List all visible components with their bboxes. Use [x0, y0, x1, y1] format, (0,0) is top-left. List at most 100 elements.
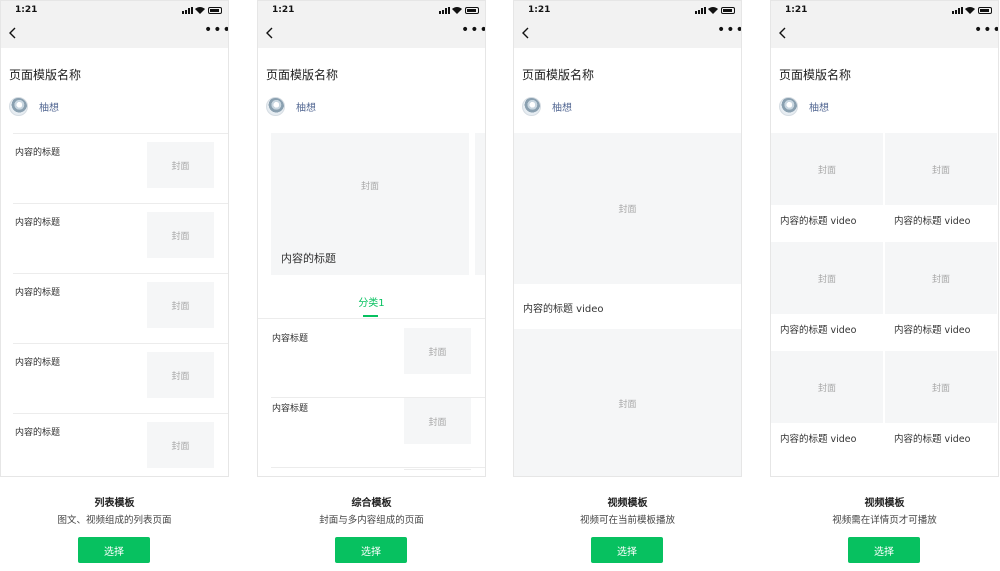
grid-item-title: 内容的标题 video — [894, 434, 971, 445]
avatar — [9, 96, 28, 116]
nav-bar: ••• — [258, 19, 485, 48]
list-item[interactable]: 内容的标题 封面 — [13, 203, 228, 273]
hero-card-next[interactable] — [475, 133, 485, 275]
hero-title: 内容的标题 — [281, 252, 336, 265]
grid-item-title: 内容的标题 video — [894, 216, 971, 227]
grid-item[interactable]: 封面 内容的标题 video — [771, 242, 883, 351]
template-description: 封面与多内容组成的页面 — [319, 515, 424, 526]
battery-icon — [208, 7, 222, 14]
author[interactable]: 柚想 — [779, 96, 829, 116]
list-item[interactable]: 内容的标题 封面 — [13, 133, 228, 203]
author[interactable]: 柚想 — [522, 96, 572, 116]
video-cover[interactable]: 封面 — [514, 133, 741, 284]
grid-item-title: 内容的标题 video — [780, 325, 857, 336]
grid-item[interactable]: 封面 内容的标题 video — [885, 133, 997, 242]
page-title: 页面模版名称 — [9, 68, 82, 82]
battery-icon — [978, 7, 992, 14]
template-card-composite: 1:21 ••• 页面模版名称 柚想 封面 内容的标题 分类1 内容标题 封面 … — [257, 0, 486, 571]
author[interactable]: 柚想 — [266, 96, 316, 116]
hero-card[interactable]: 封面 内容的标题 — [271, 133, 469, 275]
select-button[interactable]: 选择 — [78, 537, 150, 563]
signal-icon — [439, 7, 450, 14]
status-time: 1:21 — [15, 5, 38, 15]
more-dots-icon[interactable]: ••• — [974, 23, 998, 37]
nav-bar: ••• — [514, 19, 741, 48]
signal-icon — [695, 7, 706, 14]
page-title: 页面模版名称 — [266, 68, 339, 82]
video-cover[interactable]: 封面 — [514, 329, 741, 476]
tab-category-1[interactable]: 分类1 — [258, 294, 485, 309]
signal-icon — [952, 7, 963, 14]
list-item-title: 内容的标题 — [15, 148, 61, 158]
cover-placeholder: 封面 — [404, 328, 471, 374]
more-dots-icon[interactable]: ••• — [461, 23, 485, 37]
list-item-title: 内容标题 — [272, 404, 309, 414]
template-caption: 视频模板 视频可在当前模板播放 — [513, 494, 742, 526]
select-button[interactable]: 选择 — [591, 537, 663, 563]
template-caption: 综合模板 封面与多内容组成的页面 — [257, 494, 486, 526]
list-item-title: 内容标题 — [272, 334, 309, 344]
status-bar: 1:21 — [258, 1, 485, 19]
list-item[interactable]: 内容标题 封面 — [271, 398, 485, 468]
battery-icon — [721, 7, 735, 14]
select-button[interactable]: 选择 — [335, 537, 407, 563]
cover-placeholder: 封面 — [147, 142, 214, 188]
cover-placeholder: 封面 — [147, 282, 214, 328]
status-time: 1:21 — [272, 5, 295, 15]
template-description: 视频需在详情页才可播放 — [832, 515, 937, 526]
status-bar: 1:21 — [1, 1, 228, 19]
wifi-icon — [708, 7, 718, 14]
grid-item[interactable]: 封面 内容的标题 video — [885, 351, 997, 460]
cover-placeholder: 封面 — [771, 351, 883, 423]
grid-item[interactable]: 封面 内容的标题 video — [771, 133, 883, 242]
cover-placeholder: 封面 — [885, 351, 997, 423]
battery-icon — [465, 7, 479, 14]
back-chevron-icon[interactable] — [779, 27, 787, 39]
template-card-video-grid: 1:21 ••• 页面模版名称 柚想 封面 内容的标题 video 封面 内容的… — [770, 0, 999, 571]
list-item-next — [404, 469, 471, 470]
page-title: 页面模版名称 — [522, 68, 595, 82]
back-chevron-icon[interactable] — [522, 27, 530, 39]
template-name: 视频模板 — [864, 498, 905, 509]
status-bar: 1:21 — [514, 1, 741, 19]
select-button[interactable]: 选择 — [848, 537, 920, 563]
template-card-video: 1:21 ••• 页面模版名称 柚想 封面 内容的标题 video 封面 视频模… — [513, 0, 742, 571]
nav-bar: ••• — [771, 19, 998, 48]
author-name: 柚想 — [552, 102, 572, 114]
more-dots-icon[interactable]: ••• — [717, 23, 741, 37]
grid-item-title: 内容的标题 video — [780, 434, 857, 445]
list-item[interactable]: 内容的标题 封面 — [13, 343, 228, 413]
status-bar: 1:21 — [771, 1, 998, 19]
template-description: 图文、视频组成的列表页面 — [57, 515, 172, 526]
author-name: 柚想 — [39, 102, 59, 114]
nav-bar: ••• — [1, 19, 228, 48]
grid-item-title: 内容的标题 video — [780, 216, 857, 227]
back-chevron-icon[interactable] — [266, 27, 274, 39]
grid-item[interactable]: 封面 内容的标题 video — [885, 242, 997, 351]
cover-placeholder: 封面 — [771, 242, 883, 314]
wifi-icon — [195, 7, 205, 14]
list-item[interactable]: 内容的标题 封面 — [13, 413, 228, 476]
list-item[interactable]: 内容标题 封面 — [271, 328, 485, 398]
template-name: 视频模板 — [607, 498, 648, 509]
divider — [258, 318, 485, 319]
status-time: 1:21 — [785, 5, 808, 15]
video-title: 内容的标题 video — [523, 304, 604, 315]
template-card-list: 1:21 ••• 页面模版名称 柚想 内容的标题 封面 内容的标题 封面 内容的… — [0, 0, 229, 571]
phone-preview: 1:21 ••• 页面模版名称 柚想 封面 内容的标题 video 封面 — [513, 0, 742, 477]
cover-placeholder: 封面 — [885, 242, 997, 314]
grid-item[interactable]: 封面 内容的标题 video — [771, 351, 883, 460]
status-time: 1:21 — [528, 5, 551, 15]
cover-placeholder: 封面 — [404, 398, 471, 444]
template-caption: 列表模板 图文、视频组成的列表页面 — [0, 494, 229, 526]
more-dots-icon[interactable]: ••• — [204, 23, 228, 37]
cover-placeholder: 封面 — [271, 133, 469, 238]
cover-placeholder: 封面 — [771, 133, 883, 205]
list-item[interactable]: 内容的标题 封面 — [13, 273, 228, 343]
back-chevron-icon[interactable] — [9, 27, 17, 39]
tab-indicator — [363, 315, 378, 317]
avatar — [779, 96, 798, 116]
template-caption: 视频模板 视频需在详情页才可播放 — [770, 494, 999, 526]
template-name: 综合模板 — [351, 498, 392, 509]
author[interactable]: 柚想 — [9, 96, 59, 116]
